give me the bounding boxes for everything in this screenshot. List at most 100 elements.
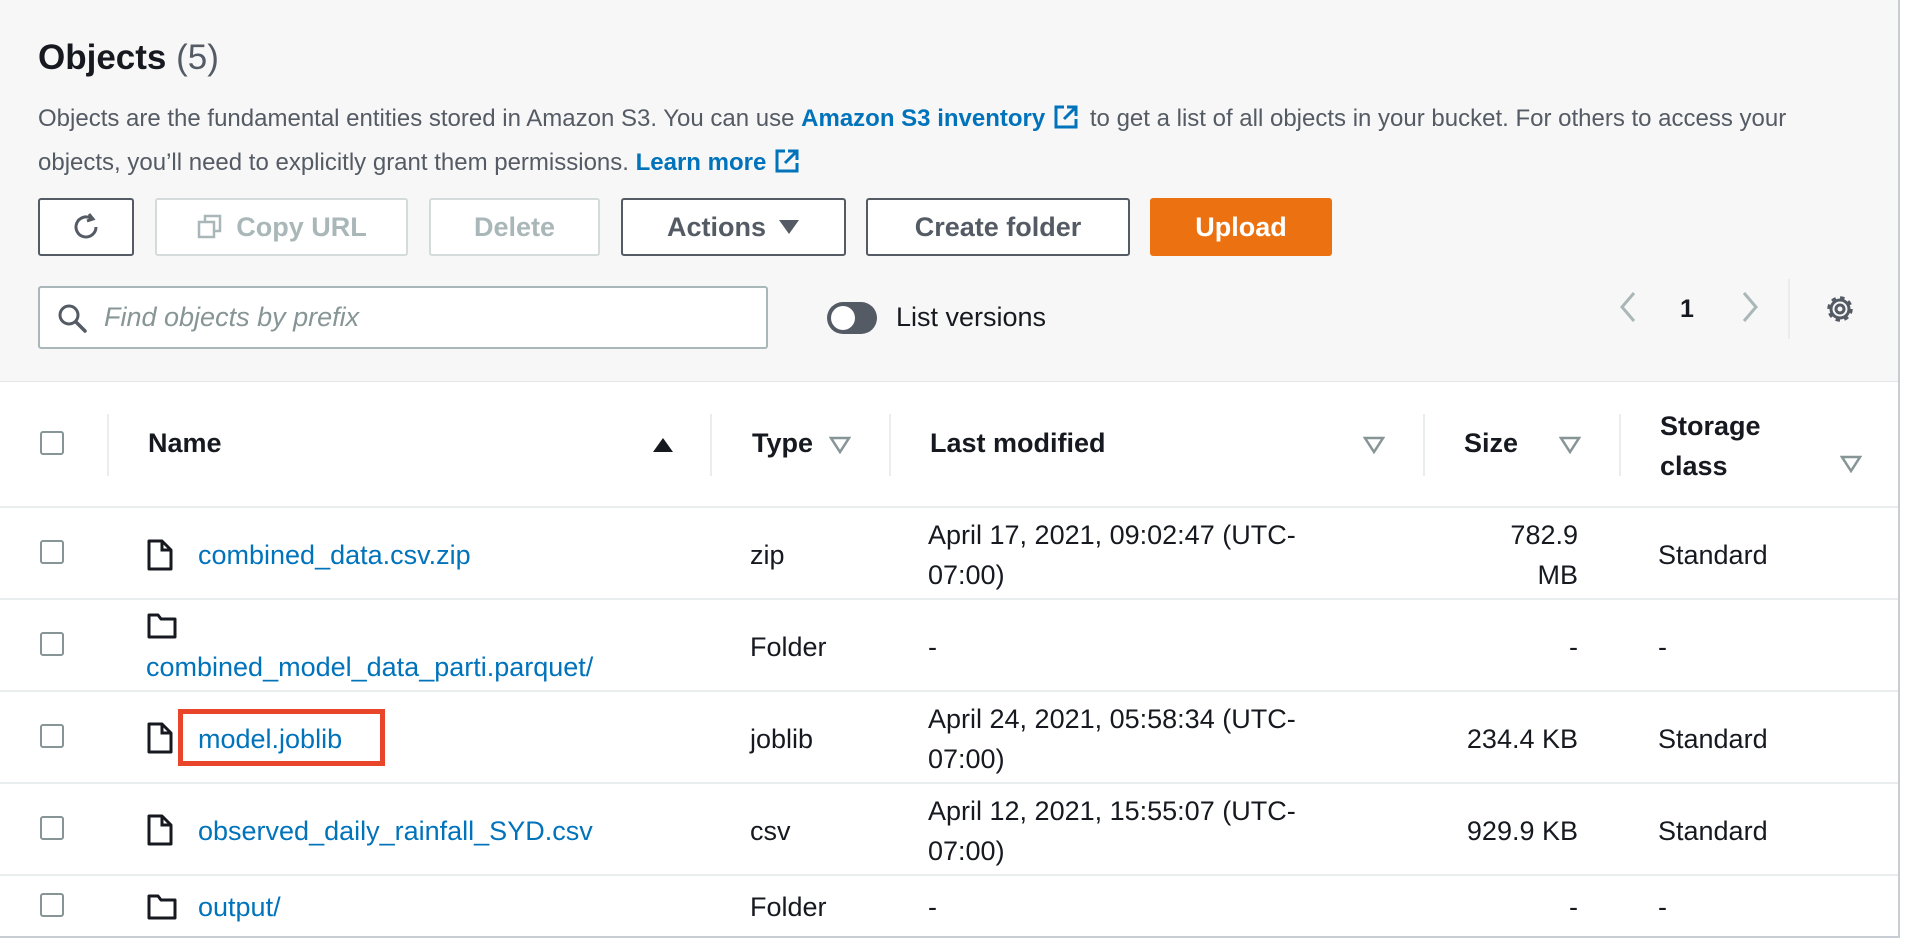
object-size: - [1569, 632, 1578, 662]
object-type: Folder [750, 892, 827, 922]
sort-icon[interactable] [1363, 436, 1385, 454]
object-last-modified: April 24, 2021, 05:58:34 (UTC- 07:00) [928, 699, 1296, 779]
last-modified-line-1: April 17, 2021, 09:02:47 (UTC- [928, 520, 1296, 550]
last-modified-line-1: April 24, 2021, 05:58:34 (UTC- [928, 704, 1296, 734]
object-last-modified: - [928, 632, 937, 662]
inventory-link[interactable]: Amazon S3 inventory [801, 105, 1045, 132]
last-modified-line-1: April 12, 2021, 15:55:07 (UTC- [928, 796, 1296, 826]
object-name-link[interactable]: output/ [198, 887, 281, 927]
toggle-knob [831, 306, 855, 330]
description-text-1: Objects are the fundamental entities sto… [38, 105, 802, 132]
object-name-link[interactable]: combined_model_data_parti.parquet/ [146, 647, 593, 687]
refresh-button[interactable] [38, 198, 134, 256]
learn-more-link[interactable]: Learn more [636, 149, 767, 176]
column-divider [107, 414, 109, 476]
file-icon [147, 539, 173, 571]
objects-panel: Objects (5) Objects are the fundamental … [0, 0, 1900, 938]
size-line-2: MB [1537, 560, 1579, 590]
sort-icon[interactable] [1840, 455, 1862, 473]
row-checkbox[interactable] [40, 816, 64, 840]
pager-divider [1788, 279, 1790, 339]
sort-ascending-icon[interactable] [652, 437, 674, 453]
upload-button[interactable]: Upload [1150, 198, 1332, 256]
object-size: 782.9 MB [1440, 515, 1578, 595]
table-row[interactable] [0, 874, 1898, 936]
gear-icon [1827, 296, 1853, 322]
delete-label: Delete [473, 211, 556, 242]
list-versions-label: List versions [896, 302, 1047, 332]
row-checkbox[interactable] [40, 724, 64, 748]
actions-dropdown[interactable]: Actions [621, 198, 846, 256]
row-checkbox[interactable] [40, 632, 64, 656]
size-line-1: 782.9 [1510, 520, 1578, 550]
folder-icon [147, 613, 177, 639]
object-type: zip [750, 540, 785, 570]
list-versions-toggle[interactable] [827, 302, 877, 334]
column-divider [889, 414, 891, 476]
page-number[interactable]: 1 [1680, 295, 1694, 324]
next-page-button[interactable] [1736, 289, 1764, 330]
object-storage-class: Standard [1658, 540, 1768, 570]
preferences-button[interactable] [1822, 291, 1858, 332]
row-checkbox[interactable] [40, 893, 64, 917]
object-size: 929.9 KB [1466, 816, 1578, 846]
column-header-storage-class[interactable]: Storage class [1660, 406, 1761, 486]
row-checkbox[interactable] [40, 540, 64, 564]
folder-icon [147, 894, 177, 920]
object-storage-class: Standard [1658, 816, 1768, 846]
objects-header: Objects (5) Objects are the fundamental … [0, 0, 1898, 382]
object-storage-class: - [1658, 632, 1667, 662]
sort-icon[interactable] [829, 436, 851, 454]
refresh-icon [74, 213, 98, 239]
object-storage-class: Standard [1658, 724, 1768, 754]
copy-url-label: Copy URL [236, 211, 367, 242]
object-size: 234.4 KB [1466, 724, 1578, 754]
column-header-type[interactable]: Type [752, 428, 813, 459]
object-last-modified: April 12, 2021, 15:55:07 (UTC- 07:00) [928, 791, 1296, 871]
search-box[interactable] [38, 286, 768, 349]
column-divider [1423, 414, 1425, 476]
title-text: Objects [38, 38, 167, 77]
chevron-left-icon [1620, 292, 1636, 322]
copy-icon [198, 214, 222, 239]
previous-page-button[interactable] [1614, 289, 1642, 330]
upload-label: Upload [1195, 211, 1287, 242]
page-title: Objects (5) [38, 38, 219, 78]
external-link-icon[interactable] [1053, 103, 1079, 143]
create-folder-label: Create folder [914, 211, 1082, 242]
delete-button[interactable]: Delete [429, 198, 600, 256]
last-modified-line-2: 07:00) [928, 836, 1005, 866]
copy-url-button[interactable]: Copy URL [155, 198, 408, 256]
storage-class-line-2: class [1660, 451, 1728, 481]
create-folder-button[interactable]: Create folder [866, 198, 1130, 256]
objects-description: Objects are the fundamental entities sto… [38, 99, 1858, 187]
object-name-link[interactable]: combined_data.csv.zip [198, 535, 471, 575]
object-last-modified: April 17, 2021, 09:02:47 (UTC- 07:00) [928, 515, 1296, 595]
object-size: - [1569, 892, 1578, 922]
object-type: Folder [750, 632, 827, 662]
actions-label: Actions [666, 211, 766, 242]
object-type: csv [750, 816, 791, 846]
object-type: joblib [750, 724, 814, 754]
file-icon [147, 814, 173, 846]
file-icon [147, 722, 173, 754]
object-name-link[interactable]: observed_daily_rainfall_SYD.csv [198, 811, 593, 851]
highlight-box [178, 709, 385, 766]
column-divider [1619, 414, 1621, 476]
object-last-modified: - [928, 892, 937, 922]
object-count: (5) [176, 38, 219, 77]
select-all-checkbox[interactable] [40, 431, 64, 455]
column-divider [710, 414, 712, 476]
object-storage-class: - [1658, 892, 1667, 922]
search-input[interactable] [102, 301, 746, 334]
last-modified-line-2: 07:00) [928, 744, 1005, 774]
column-header-name[interactable]: Name [148, 428, 222, 459]
column-header-size[interactable]: Size [1464, 428, 1518, 459]
caret-down-icon [779, 220, 799, 234]
storage-class-line-1: Storage [1660, 411, 1761, 441]
chevron-right-icon [1742, 292, 1758, 322]
search-icon [58, 304, 87, 333]
column-header-last-modified[interactable]: Last modified [930, 428, 1106, 459]
sort-icon[interactable] [1559, 436, 1581, 454]
external-link-icon[interactable] [774, 147, 800, 187]
